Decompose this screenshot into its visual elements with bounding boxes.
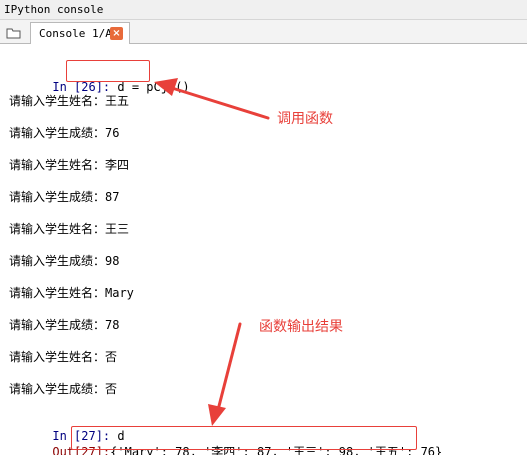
output-line: 请输入学生姓名：否 <box>9 350 118 364</box>
pane-title-bar: IPython console <box>0 0 527 20</box>
pane-title: IPython console <box>4 3 104 16</box>
output-line: 请输入学生成绩：98 <box>9 254 120 268</box>
output-line: 请输入学生成绩：76 <box>9 126 120 140</box>
output-line: 请输入学生姓名：Mary <box>9 286 134 300</box>
output-line: 请输入学生成绩：78 <box>9 318 120 332</box>
highlight-box-call <box>66 60 150 82</box>
console-output-area[interactable]: In [26]: d = pCjb() 请输入学生姓名：王五 请输入学生成绩：7… <box>0 45 527 455</box>
tab-bar: Console 1/A × <box>0 20 527 44</box>
input-prompt: In [26]: <box>52 80 111 94</box>
output-line: 请输入学生成绩：否 <box>9 382 118 396</box>
input-code: d = pCjb() <box>117 80 190 94</box>
close-icon[interactable]: × <box>110 27 123 40</box>
output-line: 请输入学生姓名：王五 <box>9 94 130 108</box>
ipython-console-window: IPython console Console 1/A × In [26]: d… <box>0 0 527 455</box>
highlight-box-output <box>71 426 417 450</box>
annotation-call-function: 调用函数 <box>277 111 333 127</box>
annotation-function-output: 函数输出结果 <box>259 319 343 335</box>
output-line: 请输入学生成绩：87 <box>9 190 120 204</box>
tab-menu-icon[interactable] <box>6 25 22 39</box>
output-line: 请输入学生姓名：王三 <box>9 222 130 236</box>
tab-console-1a[interactable]: Console 1/A × <box>30 22 130 44</box>
tab-label: Console 1/A <box>39 27 112 40</box>
output-line: 请输入学生姓名：李四 <box>9 158 130 172</box>
